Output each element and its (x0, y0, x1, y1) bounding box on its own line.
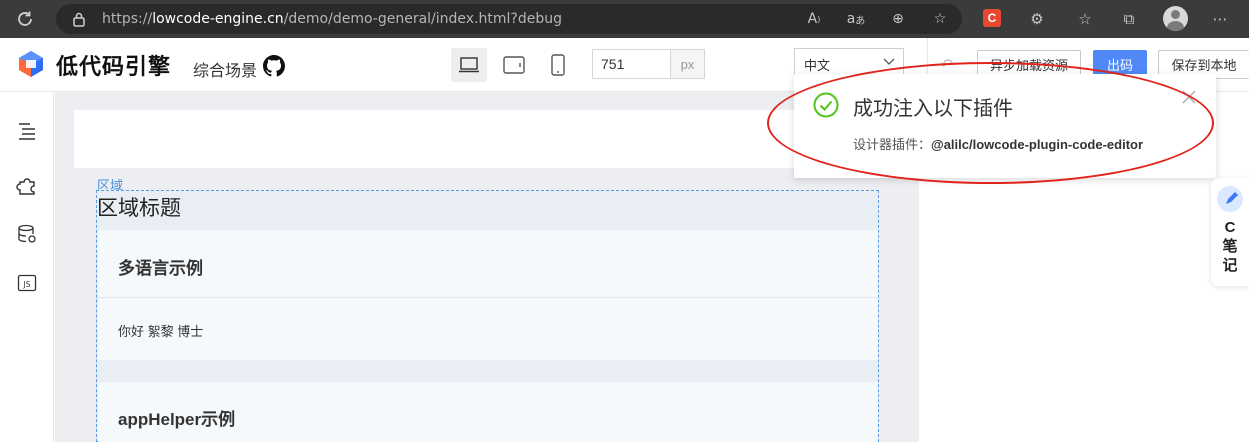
url-prefix: https:// (102, 11, 153, 27)
device-desktop-button[interactable] (451, 48, 487, 82)
i18n-card[interactable]: 多语言示例 你好 絮黎 博士 (98, 230, 878, 360)
browser-toolbar: https://lowcode-engine.cn/demo/demo-gene… (0, 0, 1249, 38)
read-aloud-icon[interactable]: A) (804, 9, 824, 29)
url-path: /demo/demo-general/index.html?debug (283, 11, 562, 27)
c-note-char-2: 记 (1222, 257, 1238, 274)
device-phone-button[interactable] (540, 48, 576, 82)
note-pen-icon (1217, 186, 1243, 212)
extensions-icon[interactable]: ⚙ (1027, 9, 1047, 29)
c-note-char-1: 笔 (1222, 238, 1238, 255)
svg-text:JS: JS (23, 280, 31, 289)
js-code-icon[interactable]: JS (16, 272, 38, 294)
canvas-width-unit: px (670, 49, 705, 79)
component-library-icon[interactable] (16, 174, 38, 196)
datasource-icon[interactable] (16, 223, 38, 245)
region-title[interactable]: 区域标题 (97, 192, 181, 222)
zoom-icon[interactable]: ⊕ (888, 9, 908, 29)
tablet-icon (503, 56, 525, 74)
c-note-widget[interactable]: C 笔 记 (1211, 178, 1249, 286)
reload-icon[interactable] (14, 8, 36, 30)
outline-tree-icon[interactable] (16, 120, 38, 142)
card-body-text: 你好 絮黎 博士 (118, 324, 204, 339)
plugin-name: @alilc/lowcode-plugin-code-editor (931, 137, 1144, 152)
address-bar[interactable]: https://lowcode-engine.cn/demo/demo-gene… (56, 4, 962, 34)
chevron-down-icon (883, 58, 895, 65)
logo-text: 低代码引擎 (56, 54, 172, 79)
c-note-letter: C (1224, 219, 1236, 236)
desktop-icon (459, 57, 479, 73)
undo-icon[interactable]: ↶ (940, 55, 953, 74)
card-header: 多语言示例 (98, 230, 878, 298)
favorites-icon[interactable]: ☆ (1075, 9, 1095, 29)
apphelper-card[interactable]: appHelper示例 (98, 382, 878, 442)
url-host: lowcode-engine.cn (152, 11, 284, 27)
plugin-notification: 成功注入以下插件 设计器插件：@alilc/lowcode-plugin-cod… (794, 74, 1216, 178)
logo-icon (19, 51, 43, 77)
canvas-width-input[interactable]: 751 (592, 49, 670, 79)
card-title: 多语言示例 (118, 259, 203, 278)
close-icon[interactable] (1182, 90, 1196, 104)
url-text[interactable]: https://lowcode-engine.cn/demo/demo-gene… (102, 11, 562, 27)
locale-value: 中文 (804, 58, 831, 73)
success-check-icon (813, 92, 839, 118)
extension-c-icon[interactable]: C (983, 9, 1001, 27)
phone-icon (551, 54, 565, 76)
profile-avatar[interactable] (1163, 6, 1188, 31)
description-prefix: 设计器插件： (853, 137, 932, 152)
notification-title: 成功注入以下插件 (853, 98, 1013, 120)
notification-description: 设计器插件：@alilc/lowcode-plugin-code-editor (853, 134, 1143, 153)
card-title: appHelper示例 (118, 410, 236, 429)
github-icon[interactable] (263, 55, 285, 77)
c-note-label: C 笔 记 (1211, 218, 1249, 275)
translate-icon[interactable]: aあ (846, 9, 866, 29)
favorite-add-icon[interactable]: ☆ (930, 9, 950, 29)
left-toolbar: JS (0, 92, 54, 442)
more-menu-icon[interactable]: ⋯ (1210, 9, 1230, 29)
lock-icon[interactable] (72, 11, 86, 27)
device-tablet-button[interactable] (496, 48, 532, 82)
collections-icon[interactable]: ⧉ (1119, 9, 1139, 29)
scene-label[interactable]: 综合场景 (193, 57, 257, 81)
